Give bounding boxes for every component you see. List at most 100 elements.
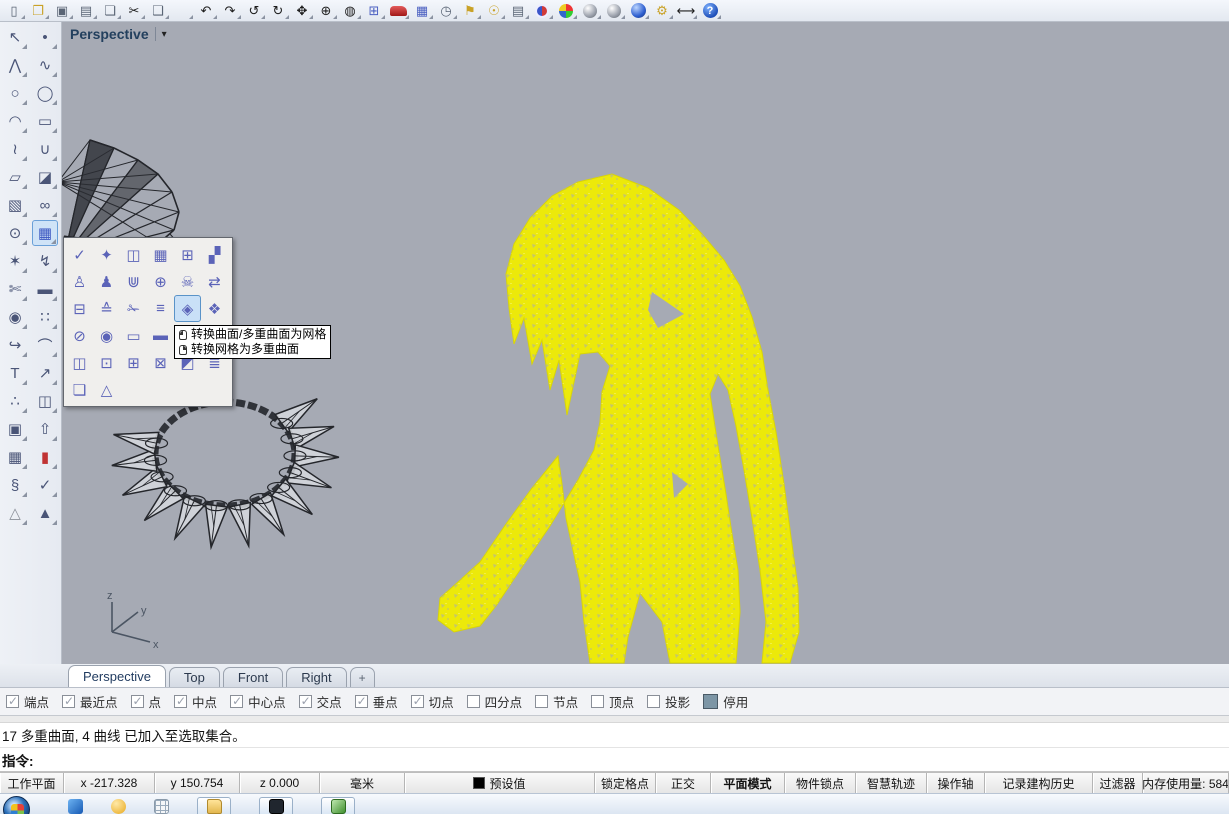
two-spheres-icon[interactable]: ∞ xyxy=(32,192,58,218)
scale-arrow-icon[interactable]: ↗ xyxy=(32,360,58,386)
open-file-icon[interactable]: ❐ xyxy=(27,1,49,20)
pan-view-icon[interactable]: ✥ xyxy=(291,1,313,20)
taskbar-app-photoshop[interactable] xyxy=(259,797,293,814)
checkbox[interactable] xyxy=(535,695,548,708)
checkbox[interactable] xyxy=(6,695,19,708)
command-prompt[interactable]: 指令: xyxy=(0,748,1229,771)
mesh-split-a-icon[interactable]: ⊞ xyxy=(120,349,147,376)
mesh-tools-icon[interactable]: ▦ xyxy=(32,220,58,246)
mesh-add-icon[interactable]: ⊕ xyxy=(147,268,174,295)
osnap-point[interactable]: 点 xyxy=(131,692,162,711)
hatch-icon[interactable]: ▬ xyxy=(32,276,58,302)
chevron-down-icon[interactable]: ▾ xyxy=(162,29,167,40)
help-icon[interactable]: ? xyxy=(699,1,721,20)
freeform-curve-icon[interactable]: ≀ xyxy=(2,136,28,162)
mesh-walk-icon[interactable]: ▞ xyxy=(201,241,228,268)
dashed-arc-icon[interactable]: ⌒ xyxy=(32,332,58,358)
box-icon[interactable]: ▧ xyxy=(2,192,28,218)
lightning-icon[interactable]: ↯ xyxy=(32,248,58,274)
lamp-icon[interactable]: ☉ xyxy=(483,1,505,20)
check-icon[interactable]: ✓ xyxy=(32,472,58,498)
osnap-tangent[interactable]: 切点 xyxy=(411,692,454,711)
mesh-drape-icon[interactable]: ≙ xyxy=(93,295,120,322)
mesh-strip-icon[interactable]: ▭ xyxy=(120,322,147,349)
mesh-planes-icon[interactable]: ≡ xyxy=(147,295,174,322)
osnap-mid[interactable]: 中点 xyxy=(174,692,217,711)
mesh-window-icon[interactable]: ◫ xyxy=(120,241,147,268)
ellipse-icon[interactable]: ◯ xyxy=(32,80,58,106)
checkbox[interactable] xyxy=(467,695,480,708)
redo-icon[interactable]: ↷ xyxy=(219,1,241,20)
status-osnap[interactable]: 物件锁点 xyxy=(785,773,856,793)
checkbox[interactable] xyxy=(647,695,660,708)
twist-icon[interactable]: § xyxy=(2,472,28,498)
checkbox[interactable] xyxy=(355,695,368,708)
notes-icon[interactable]: ▤ xyxy=(507,1,529,20)
start-button[interactable] xyxy=(3,796,30,814)
mesh-from-surface-icon[interactable]: ◈ xyxy=(174,295,201,322)
mesh-bucket-icon[interactable]: ⋓ xyxy=(120,268,147,295)
osnap-vertex[interactable]: 顶点 xyxy=(591,692,634,711)
cut-icon[interactable]: ✂ xyxy=(123,1,145,20)
new-model-icon[interactable] xyxy=(171,1,193,20)
dimension-icon[interactable]: ⟷ xyxy=(675,1,697,20)
extrude-up-icon[interactable]: ⇧ xyxy=(32,416,58,442)
mesh-split-b-icon[interactable]: ⊠ xyxy=(147,349,174,376)
angle-clock-icon[interactable]: ◷ xyxy=(435,1,457,20)
command-history-divider[interactable] xyxy=(0,716,1229,723)
status-ortho[interactable]: 正交 xyxy=(656,773,711,793)
rotate-view-left-icon[interactable]: ↺ xyxy=(243,1,265,20)
mesh-scissors-icon[interactable]: ✁ xyxy=(120,295,147,322)
polyline-icon[interactable]: ⋀ xyxy=(2,52,28,78)
taskbar-app-blue[interactable] xyxy=(68,797,83,814)
surface-3pt-icon[interactable]: ▱ xyxy=(2,164,28,190)
mesh-patch-icon[interactable]: ❖ xyxy=(201,295,228,322)
color-wheel-icon[interactable] xyxy=(555,1,577,20)
osnap-intersection[interactable]: 交点 xyxy=(299,692,342,711)
osnap-quadrant[interactable]: 四分点 xyxy=(467,692,523,711)
render-car-icon[interactable] xyxy=(387,1,409,20)
rectangle-icon[interactable]: ▭ xyxy=(32,108,58,134)
mesh-panel-icon[interactable]: ◫ xyxy=(66,349,93,376)
surface-corner-icon[interactable]: ◪ xyxy=(32,164,58,190)
flag-icon[interactable]: ⚑ xyxy=(459,1,481,20)
osnap-perpendicular[interactable]: 垂点 xyxy=(355,692,398,711)
select-arrow-icon[interactable]: ↖ xyxy=(2,24,28,50)
tab-new[interactable]: + xyxy=(350,667,375,687)
spheres-group-icon[interactable]: ◉ xyxy=(2,304,28,330)
checkbox[interactable] xyxy=(174,695,187,708)
taskbar-app-qq[interactable] xyxy=(111,797,126,814)
osnap-near[interactable]: 最近点 xyxy=(62,692,118,711)
checkbox[interactable] xyxy=(299,695,312,708)
tab-top[interactable]: Top xyxy=(169,667,220,687)
point-grid-icon[interactable]: ▦ xyxy=(411,1,433,20)
tilt-plane-icon[interactable]: ◫ xyxy=(32,388,58,414)
mesh-flip-icon[interactable]: ⇄ xyxy=(201,268,228,295)
status-smarttrack[interactable]: 智慧轨迹 xyxy=(856,773,927,793)
circle-icon[interactable]: ○ xyxy=(2,80,28,106)
disable-swatch[interactable] xyxy=(703,694,718,709)
save-file-icon[interactable]: ▣ xyxy=(51,1,73,20)
magnifier-icon[interactable]: ◍ xyxy=(339,1,361,20)
mesh-spheres-icon[interactable]: ◉ xyxy=(93,322,120,349)
status-planar[interactable]: 平面模式 xyxy=(711,773,785,793)
osnap-knot[interactable]: 节点 xyxy=(535,692,578,711)
grid-points-icon[interactable]: ▦ xyxy=(2,444,28,470)
viewport-canvas[interactable]: Perspective ▾ xyxy=(62,22,1229,664)
render-sphere-icon[interactable] xyxy=(579,1,601,20)
pyramid-gray-icon[interactable]: △ xyxy=(2,500,28,526)
rotate-view-right-icon[interactable]: ↻ xyxy=(267,1,289,20)
checkbox[interactable] xyxy=(411,695,424,708)
status-cplane[interactable]: 工作平面 xyxy=(0,773,64,793)
new-file-icon[interactable]: ▯ xyxy=(3,1,25,20)
status-memory[interactable]: 内存使用量: 584 xyxy=(1143,773,1229,793)
point-pair-icon[interactable]: ∷ xyxy=(32,304,58,330)
copy-icon[interactable]: ❏ xyxy=(99,1,121,20)
status-filter[interactable]: 过滤器 xyxy=(1093,773,1143,793)
status-history[interactable]: 记录建构历史 xyxy=(985,773,1093,793)
mesh-hammer-icon[interactable]: ♙ xyxy=(66,268,93,295)
viewport-title[interactable]: Perspective ▾ xyxy=(70,26,167,42)
blend-arc-icon[interactable]: ∪ xyxy=(32,136,58,162)
tab-front[interactable]: Front xyxy=(223,667,283,687)
mesh-check-icon[interactable]: ✓ xyxy=(66,241,93,268)
